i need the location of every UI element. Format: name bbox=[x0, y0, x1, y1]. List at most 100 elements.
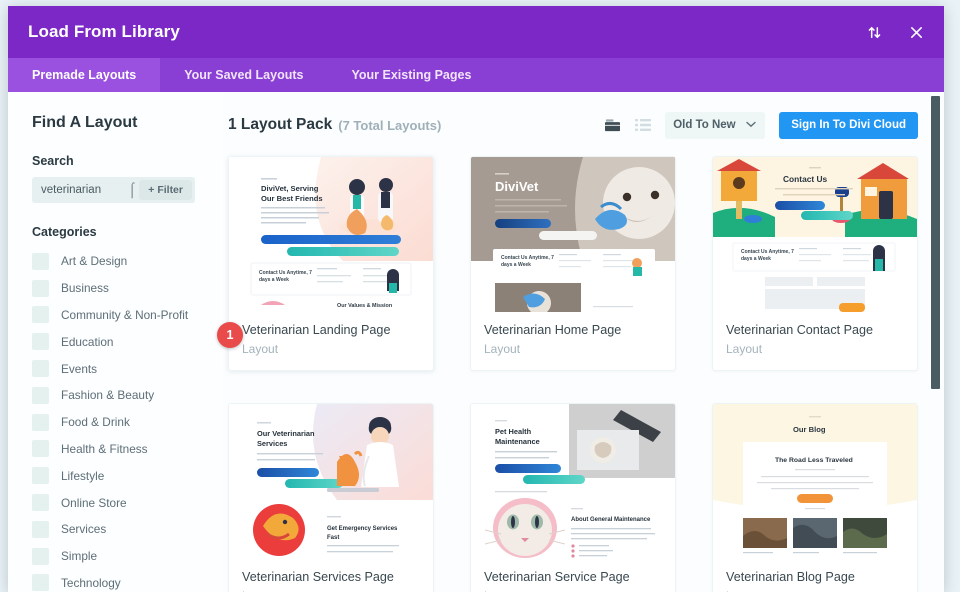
layout-card[interactable]: DiviVet Contact Us Anytime, 7 days a Wee… bbox=[470, 156, 676, 371]
checkbox-icon[interactable] bbox=[32, 360, 49, 378]
layout-thumbnail: Pet Health Maintenance About General Mai… bbox=[471, 404, 675, 559]
chevron-down-icon bbox=[746, 119, 756, 131]
checkbox-icon[interactable] bbox=[32, 386, 49, 404]
layout-card-title: Veterinarian Home Page bbox=[484, 323, 622, 337]
category-label: Food & Drink bbox=[61, 415, 130, 430]
checkbox-icon[interactable] bbox=[32, 306, 49, 324]
svg-text:Services: Services bbox=[257, 439, 287, 448]
list-view-icon[interactable] bbox=[635, 118, 652, 132]
modal-body: Find A Layout Search ⌠ + Filter Categori… bbox=[8, 92, 944, 592]
search-row: ⌠ + Filter bbox=[32, 177, 195, 203]
layout-card-title: Veterinarian Contact Page bbox=[726, 323, 874, 337]
svg-text:Contact Us Anytime, 7: Contact Us Anytime, 7 bbox=[501, 255, 554, 261]
close-icon[interactable] bbox=[906, 22, 926, 42]
layout-card-title: Veterinarian Services Page bbox=[242, 570, 394, 584]
folder-icon[interactable] bbox=[604, 118, 621, 133]
layout-card[interactable]: Pet Health Maintenance About General Mai… bbox=[470, 403, 676, 592]
scrollbar-thumb[interactable] bbox=[931, 96, 940, 389]
svg-text:Contact Us: Contact Us bbox=[783, 174, 828, 184]
category-item-community-non-profit[interactable]: Community & Non-Profit bbox=[32, 302, 223, 329]
categories-label: Categories bbox=[32, 225, 97, 239]
category-label: Fashion & Beauty bbox=[61, 388, 155, 403]
tab-your-saved-layouts[interactable]: Your Saved Layouts bbox=[160, 58, 327, 92]
category-item-lifestyle[interactable]: Lifestyle bbox=[32, 462, 223, 489]
search-label: Search bbox=[32, 154, 74, 168]
svg-text:Our Blog: Our Blog bbox=[793, 425, 826, 434]
load-from-library-modal: Load From Library Premade Layouts Your S… bbox=[8, 6, 944, 592]
pack-count: 1 Layout Pack bbox=[228, 116, 333, 133]
category-item-simple[interactable]: Simple bbox=[32, 543, 223, 570]
checkbox-icon[interactable] bbox=[32, 467, 49, 485]
scrollbar-track[interactable] bbox=[931, 92, 942, 592]
layout-card-subtitle: Layout bbox=[484, 342, 521, 356]
category-label: Art & Design bbox=[61, 254, 128, 269]
layout-card-grid: DiviVet, Serving Our Best Friends Contac… bbox=[228, 156, 918, 592]
checkbox-icon[interactable] bbox=[32, 547, 49, 565]
checkbox-icon[interactable] bbox=[32, 494, 49, 512]
svg-text:The Road Less Traveled: The Road Less Traveled bbox=[775, 457, 853, 464]
svg-text:Contact Us Anytime, 7: Contact Us Anytime, 7 bbox=[741, 249, 794, 255]
category-label: Business bbox=[61, 281, 109, 296]
category-item-events[interactable]: Events bbox=[32, 355, 223, 382]
sort-arrows-icon[interactable] bbox=[864, 22, 884, 42]
panel-tools: Old To New Sign In To Divi Cloud bbox=[604, 111, 918, 139]
annotation-marker-1: 1 bbox=[217, 322, 243, 348]
checkbox-icon[interactable] bbox=[32, 440, 49, 458]
layout-card-meta: Veterinarian Contact Page Layout bbox=[713, 312, 917, 370]
checkbox-icon[interactable] bbox=[32, 252, 49, 270]
layout-card-subtitle: Layout bbox=[242, 342, 279, 356]
category-item-online-store[interactable]: Online Store bbox=[32, 489, 223, 516]
svg-text:days a Week: days a Week bbox=[259, 277, 289, 283]
svg-text:Contact Us Anytime, 7: Contact Us Anytime, 7 bbox=[259, 270, 312, 276]
layout-card-meta: Veterinarian Services Page Layout bbox=[229, 559, 433, 592]
layout-card-title: Veterinarian Blog Page bbox=[726, 570, 855, 584]
layout-card[interactable]: Our Blog The Road Less Traveled Veterina… bbox=[712, 403, 918, 592]
category-label: Technology bbox=[61, 575, 121, 590]
svg-text:Our Best Friends: Our Best Friends bbox=[261, 194, 323, 203]
category-item-business[interactable]: Business bbox=[32, 275, 223, 302]
category-item-fashion-beauty[interactable]: Fashion & Beauty bbox=[32, 382, 223, 409]
layout-card[interactable]: Our Veterinarian Services Get Emergency … bbox=[228, 403, 434, 592]
checkbox-icon[interactable] bbox=[32, 279, 49, 297]
category-label: Lifestyle bbox=[61, 468, 105, 483]
layout-thumbnail: Our Blog The Road Less Traveled bbox=[713, 404, 917, 559]
find-a-layout-sidebar: Find A Layout Search ⌠ + Filter Categori… bbox=[8, 92, 223, 592]
search-input[interactable] bbox=[32, 184, 118, 196]
category-item-food-drink[interactable]: Food & Drink bbox=[32, 409, 223, 436]
layout-card[interactable]: Contact Us Contact Us Anytime, 7 days a … bbox=[712, 156, 918, 371]
tab-premade-layouts[interactable]: Premade Layouts bbox=[8, 58, 161, 92]
layout-thumbnail: DiviVet, Serving Our Best Friends Contac… bbox=[229, 157, 433, 312]
category-label: Health & Fitness bbox=[61, 441, 148, 456]
category-item-health-fitness[interactable]: Health & Fitness bbox=[32, 436, 223, 463]
svg-text:Maintenance: Maintenance bbox=[495, 437, 540, 446]
checkbox-icon[interactable] bbox=[32, 574, 49, 592]
layout-thumbnail: Contact Us Contact Us Anytime, 7 days a … bbox=[713, 157, 917, 312]
layouts-panel-header: 1 Layout Pack (7 Total Layouts) Old To N… bbox=[228, 110, 918, 140]
svg-text:About General Maintenance: About General Maintenance bbox=[571, 517, 651, 523]
checkbox-icon[interactable] bbox=[32, 333, 49, 351]
filter-button[interactable]: + Filter bbox=[139, 180, 192, 200]
category-label: Education bbox=[61, 334, 114, 349]
layout-card[interactable]: DiviVet, Serving Our Best Friends Contac… bbox=[228, 156, 434, 371]
modal-title: Load From Library bbox=[28, 22, 180, 41]
layout-card-subtitle: Layout bbox=[726, 342, 763, 356]
category-item-services[interactable]: Services bbox=[32, 516, 223, 543]
checkbox-icon[interactable] bbox=[32, 413, 49, 431]
sign-in-divi-cloud-button[interactable]: Sign In To Divi Cloud bbox=[779, 111, 918, 139]
layout-card-title: Veterinarian Service Page bbox=[484, 570, 630, 584]
category-item-art-design[interactable]: Art & Design bbox=[32, 248, 223, 275]
modal-titlebar: Load From Library bbox=[8, 6, 944, 58]
text-cursor-icon: ⌠ bbox=[128, 181, 137, 197]
library-tabbar: Premade Layouts Your Saved Layouts Your … bbox=[8, 58, 944, 92]
layout-card-title: Veterinarian Landing Page bbox=[242, 323, 391, 337]
tab-your-existing-pages[interactable]: Your Existing Pages bbox=[327, 58, 495, 92]
layout-card-meta: Veterinarian Blog Page Layout bbox=[713, 559, 917, 592]
category-label: Online Store bbox=[61, 495, 127, 510]
category-item-technology[interactable]: Technology bbox=[32, 570, 223, 592]
category-item-education[interactable]: Education bbox=[32, 328, 223, 355]
checkbox-icon[interactable] bbox=[32, 520, 49, 538]
titlebar-actions bbox=[864, 22, 926, 42]
sort-order-dropdown[interactable]: Old To New bbox=[665, 111, 766, 139]
svg-text:DiviVet: DiviVet bbox=[495, 179, 539, 194]
svg-text:DiviVet, Serving: DiviVet, Serving bbox=[261, 184, 319, 193]
